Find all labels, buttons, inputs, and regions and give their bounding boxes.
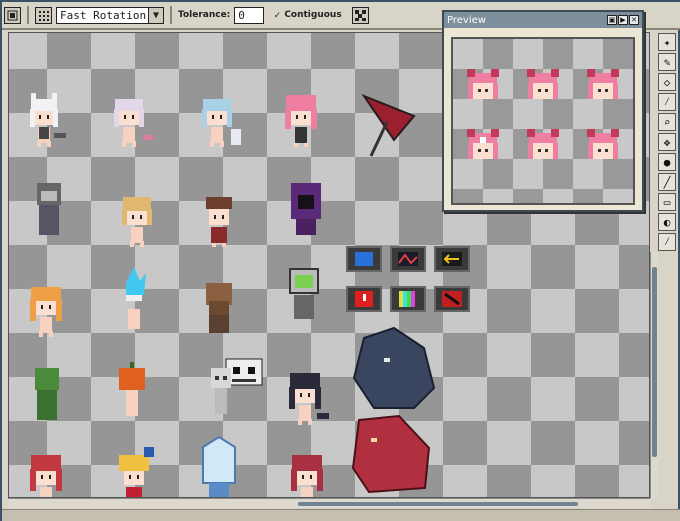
sprite-tv-head-robot (289, 268, 319, 319)
sprite-ice-spirit (202, 435, 236, 497)
vertical-scrollbar[interactable] (650, 252, 658, 498)
preview-title: Preview (447, 14, 486, 26)
preview-controls: ▣ ▶ ✕ (607, 15, 639, 25)
zoom-icon[interactable]: ⌕ (658, 113, 676, 131)
rectangle-icon[interactable]: ▭ (658, 193, 676, 211)
sprite-pumpkin-head (119, 362, 145, 416)
sprite-blonde-ribbon-girl (119, 447, 154, 497)
sprite-bearded-dwarf (206, 283, 232, 333)
preview-title-bar[interactable]: Preview ▣ ▶ ✕ (444, 12, 642, 28)
line-icon[interactable]: ╱ (658, 173, 676, 191)
preview-canvas (451, 37, 635, 205)
sprite-red-haired-girl (30, 455, 62, 497)
brush-icon[interactable]: ⁄ (658, 233, 676, 251)
sprite-crimson-haired-girl (291, 455, 323, 497)
horizontal-scrollbar[interactable] (8, 498, 650, 508)
preview-frame (467, 129, 499, 159)
magic-wand-icon[interactable]: ✦ (658, 33, 676, 51)
sprite-werewolf (352, 326, 436, 409)
tool-options-icon[interactable] (4, 6, 21, 24)
toolbar-divider (170, 6, 172, 24)
dock-icon[interactable]: ▣ (607, 15, 617, 25)
fill-bucket-icon[interactable]: ● (658, 153, 676, 171)
sprite-red-umbrella (361, 93, 416, 157)
preview-frames (467, 69, 619, 159)
tile-pattern-icon[interactable] (351, 6, 369, 24)
preview-frame (587, 69, 619, 99)
sprite-pink-haired-girl (285, 95, 317, 147)
toolbar-divider (27, 6, 29, 24)
grid-icon[interactable] (35, 6, 52, 24)
tolerance-input[interactable]: 0 (234, 6, 265, 24)
preview-frame (467, 69, 499, 99)
status-bar (2, 509, 680, 521)
sprite-blue-haired-girl (202, 99, 241, 147)
sprite-skeleton (211, 368, 231, 414)
sprite-white-fox-girl (30, 93, 66, 147)
sprite-hooded-figure (291, 183, 321, 235)
sprite-orange-haired-girl (30, 287, 62, 337)
ui-button-icons (346, 246, 470, 312)
sprite-skull-knight (37, 183, 61, 235)
preview-frame (587, 129, 619, 159)
preview-window[interactable]: Preview ▣ ▶ ✕ (442, 10, 644, 212)
dropdown-arrow-icon[interactable]: ▼ (148, 7, 163, 23)
sprite-red-dragon (351, 414, 431, 494)
rotation-mode-select[interactable]: Fast Rotation ▼ (56, 6, 164, 24)
eraser-icon[interactable]: ◇ (658, 73, 676, 91)
horizontal-scroll-thumb[interactable] (298, 502, 578, 506)
play-icon[interactable]: ▶ (618, 15, 628, 25)
sprite-blonde-girl (122, 197, 152, 247)
contiguous-label: Contiguous (284, 10, 342, 20)
sprite-brown-haired-warrior (206, 197, 232, 247)
preview-frame (527, 129, 559, 159)
sprite-lilac-haired-girl (114, 99, 153, 147)
tolerance-label: Tolerance: (178, 10, 231, 20)
move-icon[interactable]: ✥ (658, 133, 676, 151)
ellipse-icon[interactable]: ◐ (658, 213, 676, 231)
preview-frame (527, 69, 559, 99)
pixel-editor-window: Fast Rotation ▼ Tolerance: 0 ✓ Contiguou… (0, 0, 680, 521)
close-icon[interactable]: ✕ (629, 15, 639, 25)
sprite-green-goblin (35, 368, 59, 420)
sprite-dark-wolf-girl (289, 373, 329, 425)
check-icon[interactable]: ✓ (274, 10, 280, 21)
rotation-mode-value: Fast Rotation (60, 8, 147, 22)
tool-palette: ✦ ✎ ◇ ⁄ ⌕ ✥ ● ╱ ▭ ◐ ⁄ (656, 32, 678, 252)
sprite-skull-face (225, 358, 263, 386)
sprite-blue-flame-spirit (126, 267, 146, 329)
eyedropper-icon[interactable]: ⁄ (658, 93, 676, 111)
pencil-icon[interactable]: ✎ (658, 53, 676, 71)
vertical-scroll-thumb[interactable] (652, 267, 657, 457)
